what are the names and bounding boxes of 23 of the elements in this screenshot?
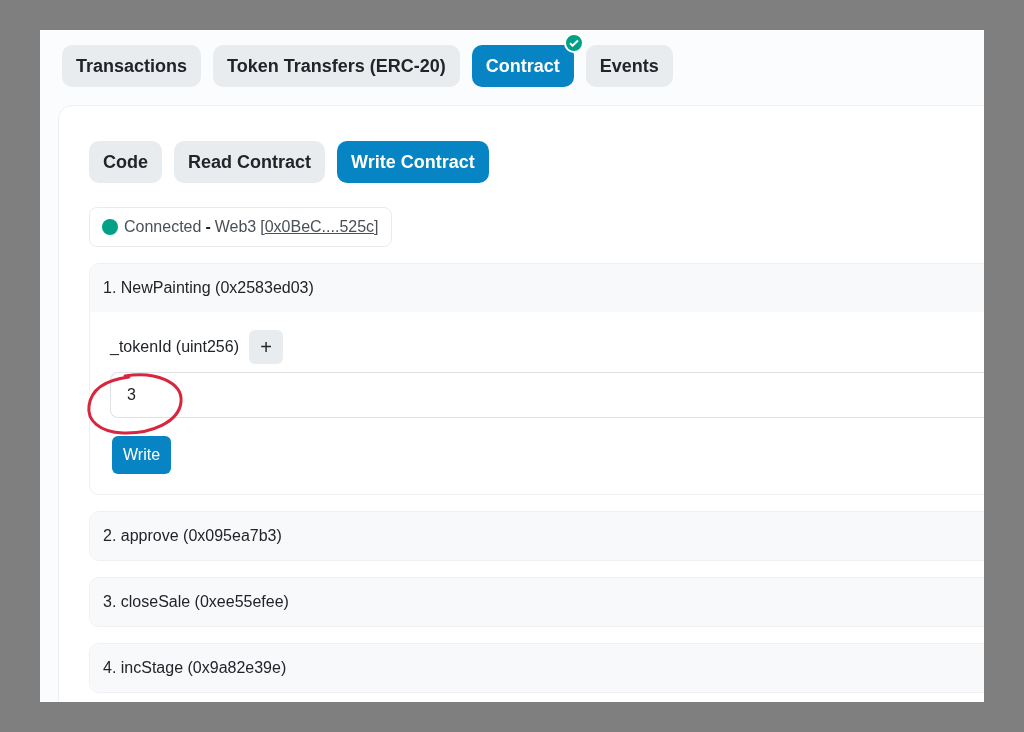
method-title[interactable]: 2. approve (0x095ea7b3): [103, 527, 282, 545]
section-tab[interactable]: Code: [89, 141, 162, 183]
bracket-text: ]: [374, 218, 379, 236]
method-header[interactable]: 3. closeSale (0xee55efee): [89, 577, 984, 627]
input-field[interactable]: 3: [110, 372, 984, 418]
nav-tab[interactable]: Events: [585, 45, 673, 87]
section-tab[interactable]: Read Contract: [174, 141, 326, 183]
method-title[interactable]: 4. incStage (0x9a82e39e): [103, 659, 287, 677]
section-tab[interactable]: Write Contract: [337, 141, 489, 183]
status-text: Connected: [124, 218, 202, 236]
nav-tab[interactable]: Token Transfers (ERC-20): [213, 45, 460, 87]
method-title[interactable]: 3. closeSale (0xee55efee): [103, 593, 289, 611]
method-header[interactable]: 4. incStage (0x9a82e39e): [89, 643, 984, 693]
add-button[interactable]: +: [249, 330, 283, 364]
separator-text: -: [205, 218, 211, 236]
parameter-label: _tokenId (uint256): [110, 338, 239, 356]
nav-tab[interactable]: Contract: [471, 45, 574, 87]
method-title[interactable]: 1. NewPainting (0x2583ed03): [103, 279, 314, 297]
bracket-text: [: [260, 218, 265, 236]
write-button[interactable]: Write: [112, 436, 172, 474]
method-header[interactable]: 2. approve (0x095ea7b3): [89, 511, 984, 561]
nav-tab[interactable]: Transactions: [62, 45, 202, 87]
provider-text: Web3: [214, 218, 257, 236]
